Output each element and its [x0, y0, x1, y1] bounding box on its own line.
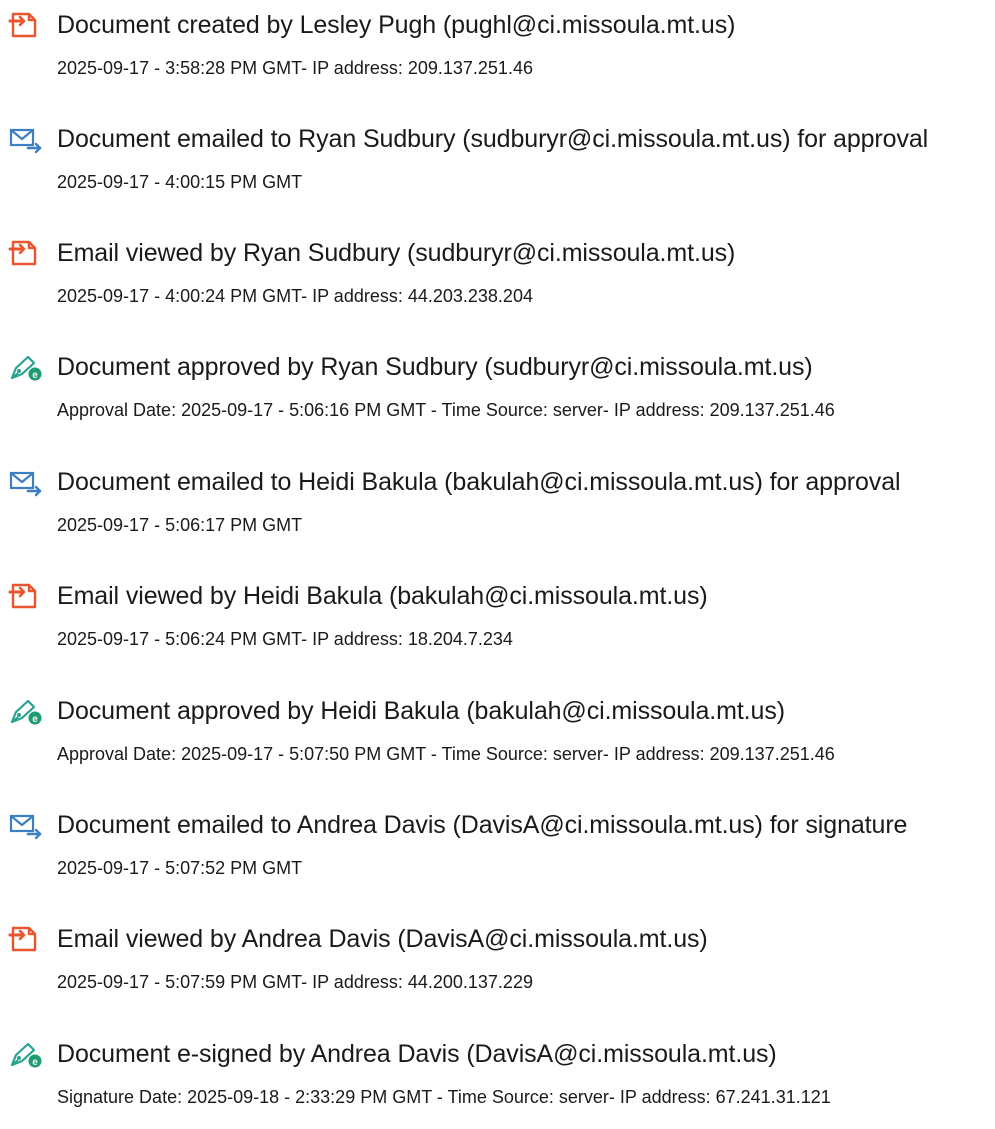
svg-text:e: e — [32, 1057, 38, 1068]
document-icon — [8, 581, 44, 611]
event-title: Email viewed by Ryan Sudbury (sudburyr@c… — [57, 239, 736, 267]
event-detail: Signature Date: 2025-09-18 - 2:33:29 PM … — [57, 1087, 831, 1107]
pen-icon: e — [8, 1039, 44, 1069]
event-title: Document approved by Ryan Sudbury (sudbu… — [57, 353, 813, 381]
audit-entry: Document emailed to Heidi Bakula (bakula… — [0, 457, 995, 557]
event-detail: 2025-09-17 - 5:06:17 PM GMT — [57, 515, 303, 535]
event-title: Document emailed to Ryan Sudbury (sudbur… — [57, 125, 929, 153]
event-title: Document e-signed by Andrea Davis (Davis… — [57, 1040, 777, 1068]
audit-entry: e Document e-signed by Andrea Davis (Dav… — [0, 1029, 995, 1129]
event-title: Document approved by Heidi Bakula (bakul… — [57, 697, 785, 725]
event-detail: 2025-09-17 - 3:58:28 PM GMT- IP address:… — [57, 58, 533, 78]
event-detail: 2025-09-17 - 4:00:24 PM GMT- IP address:… — [57, 286, 533, 306]
event-detail: Approval Date: 2025-09-17 - 5:07:50 PM G… — [57, 744, 835, 764]
audit-entry: e Document approved by Ryan Sudbury (sud… — [0, 342, 995, 442]
audit-entry: Document emailed to Ryan Sudbury (sudbur… — [0, 114, 995, 214]
pen-icon: e — [8, 696, 44, 726]
email-icon — [8, 124, 44, 154]
svg-text:e: e — [32, 370, 38, 381]
document-icon — [8, 924, 44, 954]
audit-entry: Email viewed by Heidi Bakula (bakulah@ci… — [0, 571, 995, 671]
audit-entry: Document created by Lesley Pugh (pughl@c… — [0, 0, 995, 100]
email-icon — [8, 467, 44, 497]
audit-entry: Document emailed to Andrea Davis (DavisA… — [0, 800, 995, 900]
event-title: Document created by Lesley Pugh (pughl@c… — [57, 11, 736, 39]
event-detail: 2025-09-17 - 5:06:24 PM GMT- IP address:… — [57, 629, 513, 649]
audit-entry: e Document approved by Heidi Bakula (bak… — [0, 686, 995, 786]
event-detail: 2025-09-17 - 5:07:52 PM GMT — [57, 858, 303, 878]
event-detail: Approval Date: 2025-09-17 - 5:06:16 PM G… — [57, 400, 835, 420]
pen-icon: e — [8, 352, 44, 382]
event-detail: 2025-09-17 - 5:07:59 PM GMT- IP address:… — [57, 972, 533, 992]
event-title: Email viewed by Andrea Davis (DavisA@ci.… — [57, 925, 708, 953]
email-icon — [8, 810, 44, 840]
document-icon — [8, 10, 44, 40]
event-detail: 2025-09-17 - 4:00:15 PM GMT — [57, 172, 303, 192]
svg-text:e: e — [32, 714, 38, 725]
audit-entry: Email viewed by Ryan Sudbury (sudburyr@c… — [0, 228, 995, 328]
event-title: Document emailed to Andrea Davis (DavisA… — [57, 811, 908, 839]
event-title: Document emailed to Heidi Bakula (bakula… — [57, 468, 901, 496]
event-title: Email viewed by Heidi Bakula (bakulah@ci… — [57, 582, 708, 610]
audit-entry: Email viewed by Andrea Davis (DavisA@ci.… — [0, 914, 995, 1014]
document-icon — [8, 238, 44, 268]
